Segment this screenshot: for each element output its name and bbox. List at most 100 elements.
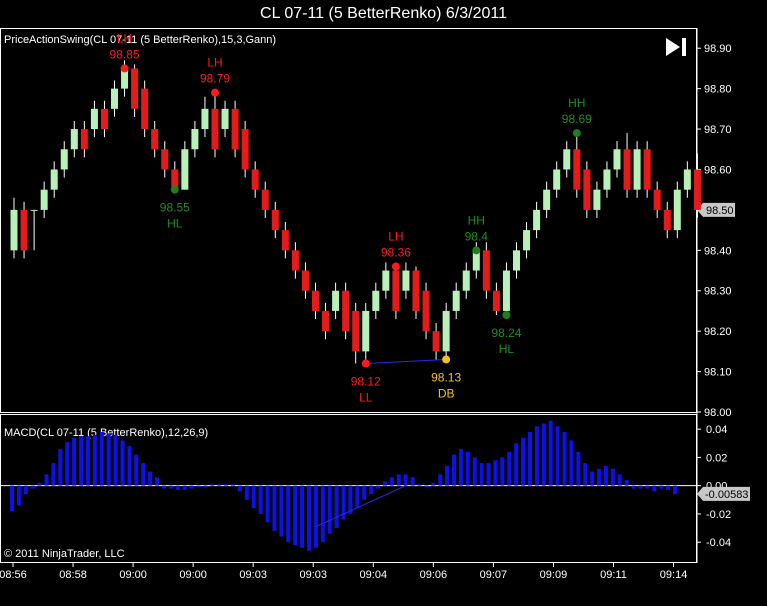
candle	[80, 120, 88, 158]
candle-body-down	[20, 209, 28, 251]
candle-body-down	[131, 68, 139, 109]
macd-bar	[272, 485, 277, 531]
candle	[141, 80, 149, 138]
candle	[523, 222, 531, 259]
candle-body-up	[402, 270, 410, 291]
candle-body-down	[412, 270, 420, 311]
macd-bar	[293, 485, 298, 546]
candle-body-down	[271, 209, 279, 231]
candle	[40, 181, 48, 218]
macd-bar	[79, 436, 84, 486]
candle	[533, 201, 541, 239]
candle	[191, 120, 199, 158]
candle	[301, 262, 309, 299]
candle	[462, 262, 470, 299]
macd-bar	[521, 437, 526, 486]
macd-bar	[251, 485, 256, 509]
candle-body-down	[663, 209, 671, 231]
time-axis-label: 09:14	[660, 569, 688, 581]
macd-bar	[44, 474, 49, 486]
candle	[100, 100, 108, 138]
swing-point-marker	[442, 355, 451, 364]
candle-body-down	[281, 230, 289, 251]
swing-label: DB	[438, 386, 455, 400]
macd-bar	[410, 477, 415, 486]
candle-body-up	[362, 310, 370, 352]
candle	[281, 222, 289, 259]
macd-bar	[85, 436, 90, 486]
macd-bar	[355, 485, 360, 509]
candle	[603, 161, 611, 198]
candle-body-up	[673, 189, 681, 231]
candle	[312, 282, 319, 320]
macd-bar	[148, 471, 153, 486]
candle-body-up	[40, 189, 48, 210]
macd-bar	[320, 485, 325, 543]
macd-bar	[603, 465, 608, 486]
candle	[432, 323, 440, 360]
candle	[131, 64, 139, 117]
candle-body-down	[653, 189, 661, 210]
swing-value: 98.24	[491, 326, 521, 340]
last-price-tag-label: 98.50	[706, 205, 734, 217]
time-axis-label: 09:03	[299, 569, 327, 581]
macd-bar	[417, 484, 422, 486]
price-pane-frame	[0, 28, 697, 413]
chart-canvas[interactable]: PriceActionSwing(CL 07-11 (5 BetterRenko…	[0, 0, 767, 606]
candle	[563, 141, 571, 178]
macd-bar	[99, 431, 104, 486]
candle-body-up	[613, 149, 621, 170]
candle	[181, 141, 189, 190]
macd-bar	[182, 485, 187, 490]
candle-body-up	[332, 290, 340, 311]
candle-body-down	[141, 88, 149, 130]
macd-bar	[472, 457, 477, 486]
candle	[30, 209, 38, 251]
candle	[573, 133, 581, 198]
macd-bar	[127, 446, 132, 486]
macd-bar	[493, 460, 498, 486]
time-axis-label: 09:11	[600, 569, 627, 581]
candle	[442, 302, 450, 360]
price-axis-label: 98.00	[704, 407, 732, 419]
macd-bar	[617, 474, 622, 486]
candle	[382, 262, 390, 299]
swing-point-marker	[472, 246, 481, 255]
candle-body-down	[492, 290, 500, 311]
time-axis-label: 09:00	[179, 569, 207, 581]
swing-value: 98.69	[562, 112, 592, 126]
candle	[171, 161, 179, 190]
price-divergence-line	[365, 358, 447, 364]
macd-bar	[479, 463, 484, 486]
candle	[693, 153, 701, 218]
price-axis-label: 98.40	[704, 245, 732, 257]
candle	[211, 92, 219, 158]
macd-bar	[445, 465, 450, 486]
price-axis-label: 98.80	[704, 84, 732, 96]
next-frame-icon[interactable]	[666, 38, 686, 56]
macd-bar	[527, 431, 532, 486]
macd-bar	[51, 463, 56, 486]
swing-point-marker	[120, 64, 129, 73]
candle	[683, 161, 691, 198]
macd-bar	[673, 485, 677, 495]
candle-body-up	[111, 88, 118, 109]
swing-point-marker	[572, 129, 581, 138]
candle-body-down	[583, 169, 591, 210]
candle	[241, 120, 249, 178]
candle	[90, 100, 98, 138]
candle-body-up	[603, 169, 611, 190]
candle-body-down	[231, 108, 239, 150]
candle	[261, 181, 269, 218]
candle-body-down	[151, 129, 159, 150]
macd-bar	[465, 451, 470, 486]
macd-bar	[113, 434, 118, 486]
macd-bar	[224, 484, 229, 486]
swing-label: HL	[167, 217, 183, 231]
candle-body-down	[342, 290, 350, 332]
macd-bar	[376, 485, 381, 489]
candle-body-down	[100, 108, 108, 130]
macd-bar	[189, 485, 194, 489]
macd-bar	[106, 433, 111, 486]
macd-bar	[155, 477, 160, 486]
